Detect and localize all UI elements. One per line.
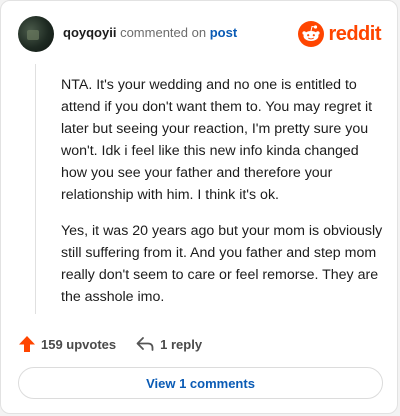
brand-name: reddit <box>328 23 381 45</box>
username[interactable]: qoyqoyii <box>63 25 116 40</box>
reply-button[interactable]: 1 reply <box>136 336 202 352</box>
upvote-arrow-icon <box>19 336 35 352</box>
comment-card: qoyqoyii commented on post reddit NTA. I… <box>0 0 398 414</box>
reply-count: 1 reply <box>160 336 203 352</box>
comment-body: NTA. It's your wedding and no one is ent… <box>61 74 386 322</box>
comment-header: qoyqoyii commented on post reddit <box>18 16 381 52</box>
action-text: commented on <box>120 25 207 40</box>
comment-paragraph: NTA. It's your wedding and no one is ent… <box>61 77 373 203</box>
view-comments-button[interactable]: View 1 comments <box>18 367 383 399</box>
comment-meta: qoyqoyii commented on post <box>63 25 237 40</box>
comment-actions: 159 upvotes 1 reply <box>18 333 202 355</box>
reddit-logo[interactable]: reddit <box>298 21 381 47</box>
upvote-count: 159 upvotes <box>41 336 117 352</box>
reply-arrow-icon <box>136 337 154 351</box>
thread-line <box>35 64 36 314</box>
comment-paragraph: Yes, it was 20 years ago but your mom is… <box>61 223 383 305</box>
post-link[interactable]: post <box>210 25 237 40</box>
upvote-button[interactable]: 159 upvotes <box>18 335 116 353</box>
user-avatar[interactable] <box>18 16 54 52</box>
reddit-snoo-icon <box>298 21 325 47</box>
